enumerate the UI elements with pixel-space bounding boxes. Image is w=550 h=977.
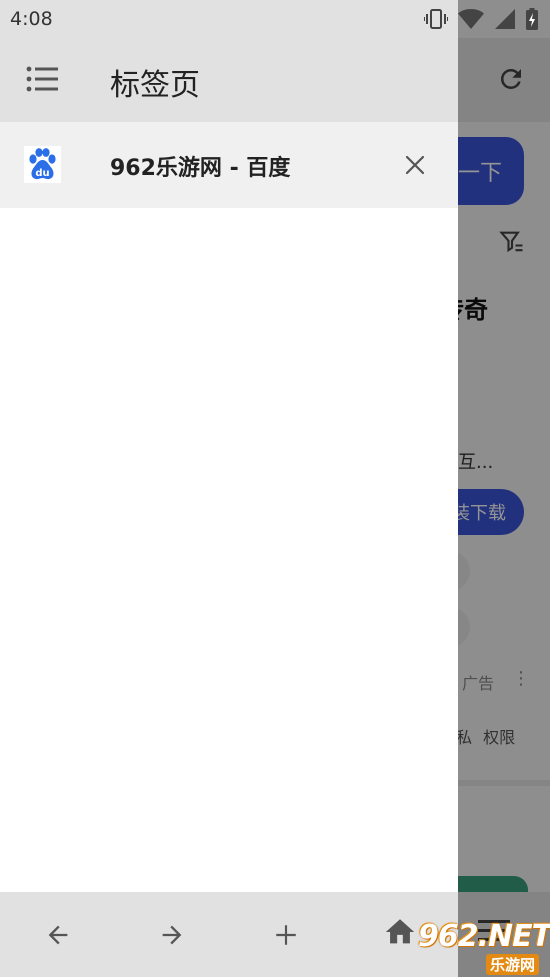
new-tab-button[interactable] — [266, 915, 306, 955]
drawer-title: 标签页 — [110, 68, 200, 103]
close-tab-button[interactable] — [400, 150, 430, 180]
list-icon[interactable] — [26, 66, 58, 92]
home-icon[interactable] — [383, 915, 417, 949]
watermark-logo: 962.NET 乐游网 — [418, 922, 550, 975]
watermark-text: 962.NET — [418, 919, 550, 954]
vibrate-icon — [424, 9, 448, 29]
signal-icon — [495, 9, 515, 29]
close-icon — [405, 155, 425, 175]
arrow-right-icon — [162, 925, 182, 945]
battery-charging-icon — [526, 8, 538, 30]
favicon-text: du — [35, 168, 49, 179]
watermark-subtext: 乐游网 — [486, 954, 540, 975]
forward-button[interactable] — [152, 915, 192, 955]
baidu-paw-icon: du — [24, 146, 61, 183]
plus-icon — [276, 925, 296, 945]
status-bar: 4:08 — [0, 0, 550, 38]
status-icons — [424, 8, 538, 30]
arrow-left-icon — [48, 925, 68, 945]
wifi-icon — [458, 9, 484, 29]
tabs-drawer: 标签页 du 962乐游网 - 百度 — [0, 0, 458, 977]
tab-title: 962乐游网 - 百度 — [110, 156, 291, 181]
back-button[interactable] — [38, 915, 78, 955]
status-time: 4:08 — [10, 8, 53, 30]
